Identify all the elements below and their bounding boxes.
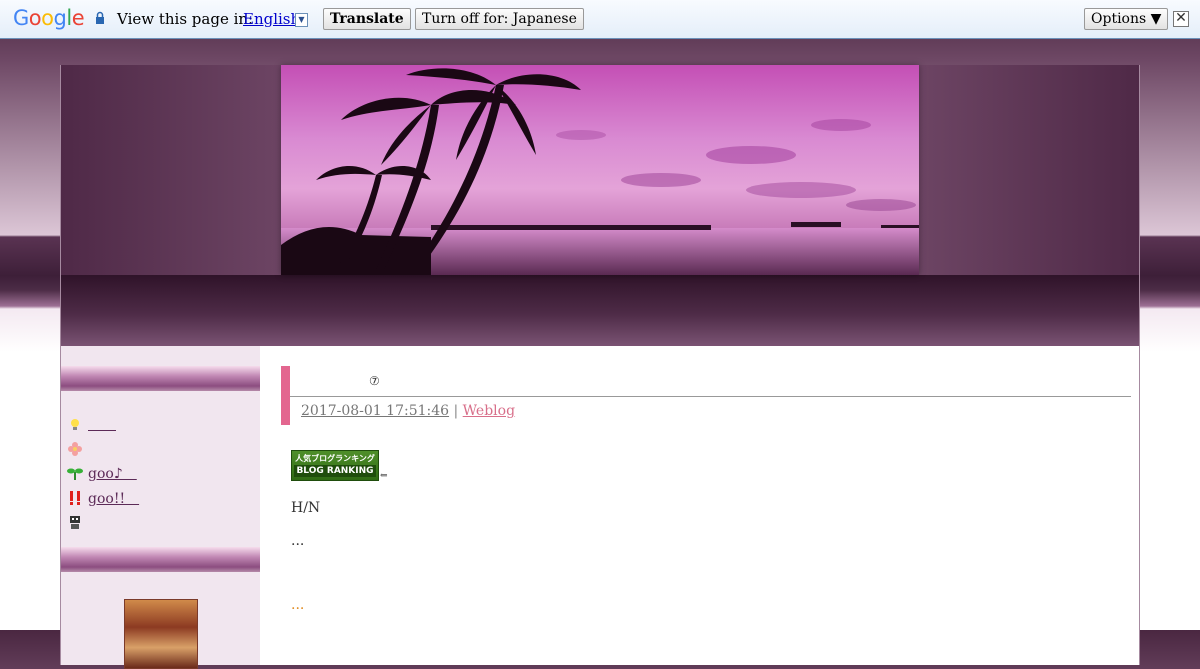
lock-icon — [96, 11, 104, 24]
sidebar-link[interactable]: goo♪ — [88, 463, 137, 483]
turn-off-button[interactable]: Turn off for: Japanese — [415, 8, 584, 30]
category-link[interactable]: Weblog — [463, 403, 515, 419]
sidebar-list: goo♪ goo!! — [67, 412, 139, 535]
title-accent-bar — [281, 366, 290, 425]
robot-icon — [70, 516, 80, 530]
google-logo: Google — [13, 6, 85, 30]
post-title[interactable]: ⑦ — [369, 374, 380, 388]
meta-separator: | — [453, 403, 459, 419]
title-divider — [290, 396, 1131, 397]
exclamation-icon — [70, 490, 80, 505]
sidebar-item[interactable] — [67, 437, 139, 462]
options-button[interactable]: Options ▼ — [1084, 8, 1169, 30]
header-band — [61, 275, 1139, 346]
sidebar-link[interactable]: goo!! — [88, 488, 139, 508]
blog-header — [61, 65, 1139, 346]
chevron-down-icon[interactable]: ▼ — [295, 13, 308, 27]
book-cover-thumbnail[interactable] — [124, 599, 198, 669]
ranking-banner-line2: BLOG RANKING — [294, 465, 376, 477]
post-paragraph-highlight: ... — [291, 597, 305, 613]
sidebar-link[interactable] — [88, 414, 116, 434]
sidebar-section-header — [61, 366, 260, 391]
close-icon[interactable]: ✕ — [1173, 11, 1189, 27]
post-meta: 2017-08-01 17:51:46 | Weblog — [301, 403, 515, 419]
sidebar-item[interactable] — [67, 412, 139, 437]
sidebar: goo♪ goo!! — [61, 346, 260, 669]
post-date-link[interactable]: 2017-08-01 17:51:46 — [301, 403, 449, 419]
ranking-banner-line1: 人気ブログランキング — [295, 454, 375, 463]
sidebar-item[interactable]: goo!! — [67, 486, 139, 511]
ranking-arrow-icon: ⇐ — [380, 471, 388, 481]
post-paragraph: H/N — [291, 500, 321, 516]
sidebar-section-header — [61, 547, 260, 572]
sprout-icon — [67, 468, 83, 481]
sunset-palm-illustration — [281, 65, 919, 275]
language-select[interactable]: English — [243, 10, 300, 28]
flower-icon — [68, 441, 82, 456]
blog-ranking-banner[interactable]: 人気ブログランキング BLOG RANKING — [291, 450, 379, 481]
sidebar-item[interactable]: goo♪ — [67, 461, 139, 486]
translate-bar: Google View this page in: English ▼ Tran… — [0, 0, 1200, 39]
blog-frame: goo♪ goo!! ⑦ 2017-08-01 17:51:46 | Weblo… — [60, 65, 1140, 669]
view-page-label: View this page in: — [117, 10, 254, 28]
translate-button[interactable]: Translate — [323, 8, 411, 30]
post-paragraph: ... — [291, 533, 305, 549]
light-bulb-icon — [71, 419, 79, 431]
sidebar-item[interactable] — [67, 510, 139, 535]
header-banner-image — [281, 65, 919, 275]
